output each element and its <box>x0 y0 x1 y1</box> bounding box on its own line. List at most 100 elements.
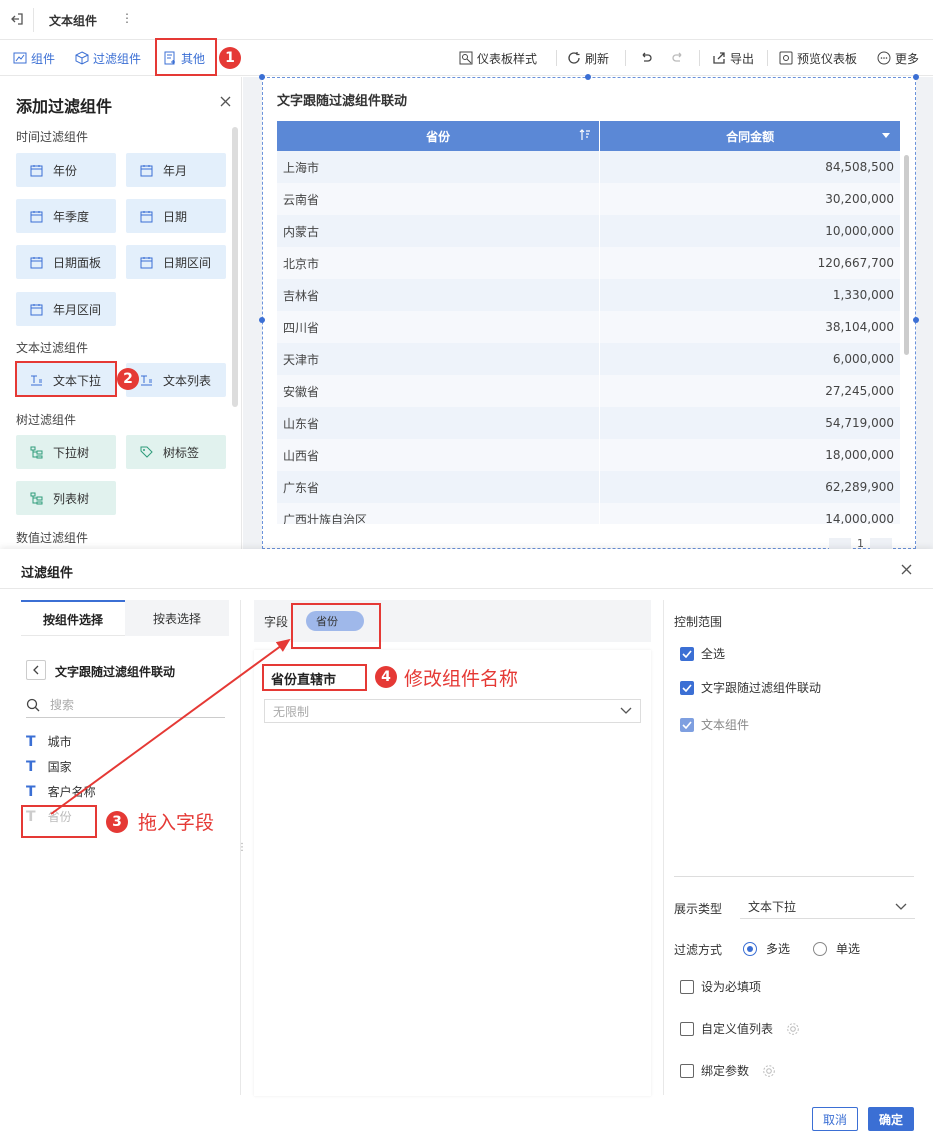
sort-icon[interactable] <box>579 129 591 141</box>
table-scrollbar[interactable] <box>904 155 909 355</box>
filter-text-list-button[interactable]: 文本列表 <box>126 363 226 397</box>
preview-icon <box>779 51 793 65</box>
title-more-icon[interactable]: ⋮ <box>121 11 133 25</box>
drag-handle-icon[interactable]: ⋮ <box>237 842 247 853</box>
filter-dropdown-tree-button[interactable]: 下拉树 <box>16 435 116 469</box>
cancel-button[interactable]: 取消 <box>812 1107 858 1131</box>
field-item-country[interactable]: T 国家 <box>26 758 72 775</box>
annotation-text-3: 拖入字段 <box>138 812 215 834</box>
calendar-icon <box>30 303 43 315</box>
components-button[interactable]: 组件 <box>13 40 55 76</box>
field-search[interactable]: 搜索 <box>26 692 225 718</box>
refresh-button[interactable]: 刷新 <box>567 40 609 76</box>
filter-mode-label: 过滤方式 <box>674 943 723 957</box>
export-button[interactable]: 导出 <box>712 40 754 76</box>
filter-list-tree-button[interactable]: 列表树 <box>16 481 116 515</box>
filter-date-range-button[interactable]: 日期区间 <box>126 245 226 279</box>
panel-scrollbar[interactable] <box>232 127 238 407</box>
dialog-header: 过滤组件 <box>0 549 933 589</box>
time-section-label: 时间过滤组件 <box>16 130 89 144</box>
table-row[interactable]: 吉林省 1,330,000 <box>277 279 901 311</box>
required-checkbox[interactable]: 设为必填项 <box>680 978 761 995</box>
annotation-box-2 <box>15 361 117 397</box>
default-value-select[interactable]: 无限制 <box>264 699 641 723</box>
data-table: 省份 合同金额 上海市 84,508,500 云南省 30,200,000 内蒙古 10,… <box>277 121 901 535</box>
resize-handle[interactable] <box>913 74 919 80</box>
filter-date-panel-button[interactable]: 日期面板 <box>16 245 116 279</box>
gear-icon <box>787 1022 799 1035</box>
column-header-amount[interactable]: 合同金额 <box>599 121 901 151</box>
prev-page-icon[interactable] <box>829 537 851 550</box>
more-icon <box>877 51 891 65</box>
ok-button[interactable]: 确定 <box>868 1107 914 1131</box>
display-type-select[interactable]: 文本下拉 <box>740 895 915 919</box>
table-row[interactable]: 内蒙古 10,000,000 <box>277 215 901 247</box>
cell-amount: 84,508,500 <box>599 151 901 183</box>
exit-icon[interactable] <box>10 12 24 26</box>
table-row[interactable]: 上海市 84,508,500 <box>277 151 901 183</box>
checkbox-empty-icon <box>680 1021 694 1036</box>
cell-amount: 10,000,000 <box>599 215 901 247</box>
page-title: 文本组件 <box>49 14 98 28</box>
dashboard-style-button[interactable]: 仪表板样式 <box>459 40 537 76</box>
card-title: 文字跟随过滤组件联动 <box>277 94 408 109</box>
column-header-province[interactable]: 省份 <box>277 121 601 151</box>
resize-handle[interactable] <box>585 74 591 80</box>
resize-handle[interactable] <box>913 317 919 323</box>
back-button[interactable] <box>26 660 46 680</box>
filter-year-month-button[interactable]: 年月 <box>126 153 226 187</box>
table-row[interactable]: 山西省 18,000,000 <box>277 439 901 471</box>
table-row[interactable]: 云南省 30,200,000 <box>277 183 901 215</box>
checkbox-checked-icon <box>680 717 694 732</box>
more-button[interactable]: 更多 <box>877 40 919 76</box>
radio-multi[interactable]: 多选 <box>743 940 790 957</box>
tab-by-table[interactable]: 按表选择 <box>125 600 229 636</box>
chart-icon <box>13 52 27 64</box>
scope-text-component[interactable]: 文本组件 <box>680 716 749 733</box>
undo-button[interactable] <box>639 40 653 76</box>
filter-month-range-button[interactable]: 年月区间 <box>16 292 116 326</box>
redo-button[interactable] <box>671 40 685 76</box>
export-icon <box>713 52 725 64</box>
table-row[interactable]: 天津市 6,000,000 <box>277 343 901 375</box>
radio-single[interactable]: 单选 <box>813 940 860 957</box>
resize-handle[interactable] <box>259 74 265 80</box>
preview-button[interactable]: 预览仪表板 <box>779 40 857 76</box>
close-dialog-icon[interactable] <box>901 564 912 575</box>
tab-by-component[interactable]: 按组件选择 <box>21 600 125 636</box>
bind-param-checkbox[interactable]: 绑定参数 <box>680 1062 776 1079</box>
cell-amount: 62,289,900 <box>599 471 901 503</box>
custom-values-checkbox[interactable]: 自定义值列表 <box>680 1020 800 1037</box>
filter-tree-tag-button[interactable]: 树标签 <box>126 435 226 469</box>
search-placeholder: 搜索 <box>50 698 75 712</box>
table-row[interactable]: 山东省 54,719,000 <box>277 407 901 439</box>
filter-components-button[interactable]: 过滤组件 <box>75 40 141 76</box>
cell-amount: 6,000,000 <box>599 343 901 375</box>
cell-province: 云南省 <box>277 183 601 215</box>
display-type-label: 展示类型 <box>674 902 723 916</box>
filter-year-quarter-button[interactable]: 年季度 <box>16 199 116 233</box>
dropdown-caret-icon[interactable] <box>882 133 890 139</box>
annotation-box-3 <box>21 805 97 838</box>
resize-handle[interactable] <box>259 317 265 323</box>
default-value: 无限制 <box>273 704 310 719</box>
filter-year-button[interactable]: 年份 <box>16 153 116 187</box>
close-panel-icon[interactable] <box>220 96 231 107</box>
scope-linked-component[interactable]: 文字跟随过滤组件联动 <box>680 679 821 696</box>
field-item-city[interactable]: T 城市 <box>26 733 72 750</box>
field-item-customer[interactable]: T 客户名称 <box>26 783 96 800</box>
scope-select-all[interactable]: 全选 <box>680 645 725 662</box>
filter-date-button[interactable]: 日期 <box>126 199 226 233</box>
calendar-icon <box>30 210 43 222</box>
table-row[interactable]: 四川省 38,104,000 <box>277 311 901 343</box>
control-scope-label: 控制范围 <box>674 615 723 629</box>
annotation-box-1 <box>155 38 217 76</box>
text-list-icon <box>141 375 152 385</box>
table-row[interactable]: 广东省 62,289,900 <box>277 471 901 503</box>
table-row[interactable]: 北京市 120,667,700 <box>277 247 901 279</box>
cell-amount: 1,330,000 <box>599 279 901 311</box>
table-row[interactable]: 安徽省 27,245,000 <box>277 375 901 407</box>
annotation-box-field <box>291 603 381 649</box>
text-type-icon: T <box>26 733 36 750</box>
next-page-icon[interactable] <box>870 537 892 550</box>
